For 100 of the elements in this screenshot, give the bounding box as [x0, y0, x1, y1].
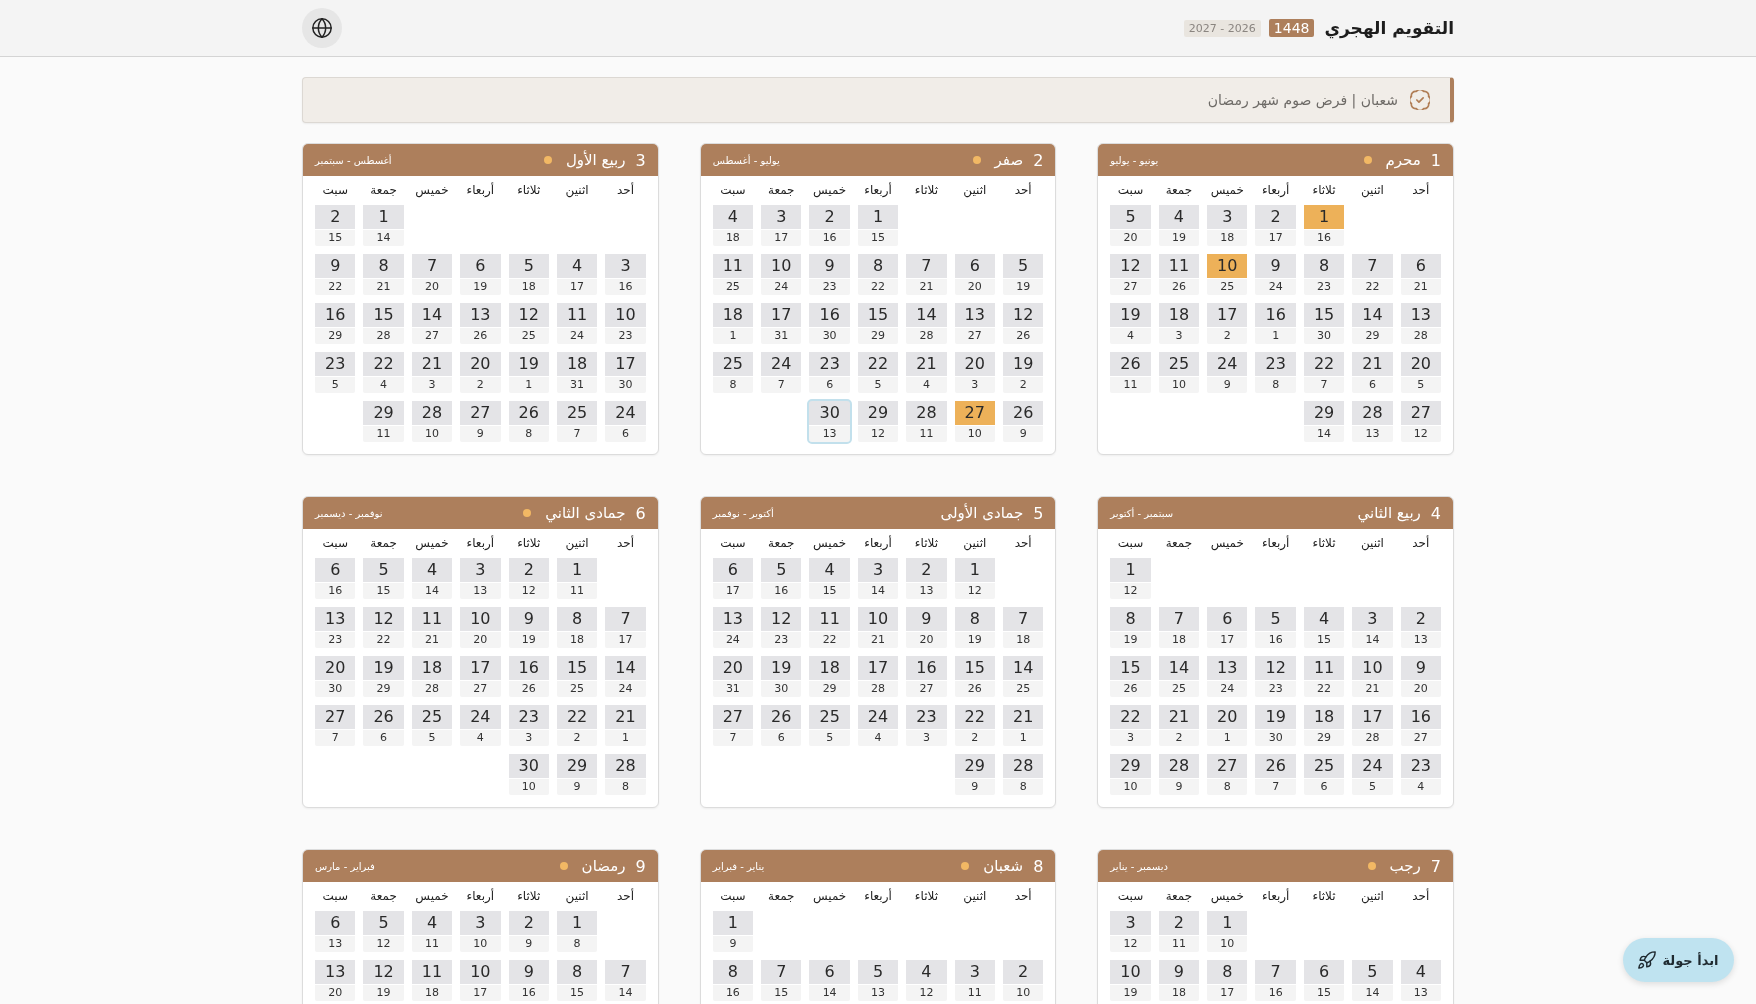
- day-cell[interactable]: 16 29: [315, 303, 356, 344]
- day-cell[interactable]: 14 25: [1002, 656, 1044, 697]
- day-cell[interactable]: 8 19: [1110, 607, 1151, 648]
- day-cell[interactable]: 8 21: [363, 254, 404, 295]
- day-cell[interactable]: 9 23: [809, 254, 850, 295]
- day-cell[interactable]: 3 18: [1207, 205, 1248, 246]
- day-cell[interactable]: 4 14: [411, 558, 453, 599]
- day-cell[interactable]: 21 1: [605, 705, 646, 746]
- day-cell[interactable]: 4 11: [411, 911, 453, 952]
- day-cell[interactable]: 6 14: [809, 960, 850, 1001]
- day-cell[interactable]: 3 10: [460, 911, 501, 952]
- day-cell[interactable]: 28 11: [906, 401, 947, 442]
- day-cell[interactable]: 26 6: [363, 705, 404, 746]
- day-cell[interactable]: 18 28: [411, 656, 453, 697]
- day-cell[interactable]: 6 17: [1207, 607, 1248, 648]
- day-cell[interactable]: 17 31: [761, 303, 802, 344]
- day-cell[interactable]: 9 20: [1400, 656, 1441, 697]
- day-cell[interactable]: 3 14: [857, 558, 899, 599]
- day-cell[interactable]: 8 22: [857, 254, 899, 295]
- day-cell[interactable]: 25 6: [1303, 754, 1345, 795]
- day-cell[interactable]: 6 21: [1400, 254, 1441, 295]
- day-cell[interactable]: 19 4: [1110, 303, 1151, 344]
- day-cell[interactable]: 26 11: [1110, 352, 1151, 393]
- day-cell[interactable]: 13 24: [1207, 656, 1248, 697]
- day-cell[interactable]: 5 12: [363, 911, 404, 952]
- day-cell[interactable]: 23 4: [1400, 754, 1441, 795]
- day-cell[interactable]: 23 5: [315, 352, 356, 393]
- day-cell[interactable]: 10 25: [1207, 254, 1248, 295]
- day-cell[interactable]: 15 26: [954, 656, 995, 697]
- day-cell[interactable]: 11 22: [809, 607, 850, 648]
- day-cell[interactable]: 11 22: [1303, 656, 1345, 697]
- day-cell[interactable]: 12 19: [363, 960, 404, 1001]
- day-cell[interactable]: 12 25: [508, 303, 549, 344]
- day-cell[interactable]: 13 24: [712, 607, 754, 648]
- day-cell[interactable]: 17 30: [605, 352, 646, 393]
- day-cell[interactable]: 10 20: [460, 607, 501, 648]
- language-button[interactable]: [302, 8, 342, 48]
- day-cell[interactable]: 5 20: [1110, 205, 1151, 246]
- day-cell[interactable]: 10 24: [761, 254, 802, 295]
- day-cell[interactable]: 17 2: [1207, 303, 1248, 344]
- day-cell[interactable]: 19 29: [363, 656, 404, 697]
- day-cell[interactable]: 19 30: [1255, 705, 1296, 746]
- day-cell[interactable]: 9 16: [508, 960, 549, 1001]
- day-cell[interactable]: 24 4: [460, 705, 501, 746]
- day-cell[interactable]: 12 22: [363, 607, 404, 648]
- day-cell[interactable]: 7 22: [1352, 254, 1393, 295]
- day-cell[interactable]: 8 17: [1207, 960, 1248, 1001]
- day-cell[interactable]: 28 8: [1002, 754, 1044, 795]
- day-cell[interactable]: 8 23: [1303, 254, 1345, 295]
- day-cell[interactable]: 7 18: [1002, 607, 1044, 648]
- day-cell[interactable]: 27 12: [1400, 401, 1441, 442]
- day-cell[interactable]: 29 9: [556, 754, 598, 795]
- day-cell[interactable]: 18 3: [1158, 303, 1200, 344]
- day-cell[interactable]: 7 18: [1158, 607, 1200, 648]
- day-cell[interactable]: 25 8: [712, 352, 754, 393]
- day-cell[interactable]: 24 4: [857, 705, 899, 746]
- day-cell[interactable]: 29 9: [954, 754, 995, 795]
- day-cell[interactable]: 10 23: [605, 303, 646, 344]
- day-cell[interactable]: 17 28: [857, 656, 899, 697]
- day-cell[interactable]: 11 25: [712, 254, 754, 295]
- day-cell[interactable]: 10 17: [460, 960, 501, 1001]
- day-cell[interactable]: 11 24: [556, 303, 598, 344]
- day-cell[interactable]: 15 30: [1303, 303, 1345, 344]
- day-cell[interactable]: 27 8: [1207, 754, 1248, 795]
- day-cell[interactable]: 27 7: [315, 705, 356, 746]
- day-cell[interactable]: 2 11: [1158, 911, 1200, 952]
- day-cell[interactable]: 20 1: [1207, 705, 1248, 746]
- day-cell[interactable]: 25 5: [411, 705, 453, 746]
- day-cell[interactable]: 28 10: [411, 401, 453, 442]
- day-cell[interactable]: 9 20: [906, 607, 947, 648]
- day-cell[interactable]: 1 16: [1303, 205, 1345, 246]
- day-cell[interactable]: 10 21: [1352, 656, 1393, 697]
- day-cell[interactable]: 14 24: [605, 656, 646, 697]
- day-cell[interactable]: 13 27: [954, 303, 995, 344]
- day-cell[interactable]: 4 17: [556, 254, 598, 295]
- day-cell[interactable]: 2 16: [809, 205, 850, 246]
- day-cell[interactable]: 20 2: [460, 352, 501, 393]
- day-cell[interactable]: 19 30: [761, 656, 802, 697]
- day-cell[interactable]: 16 27: [906, 656, 947, 697]
- day-cell[interactable]: 5 16: [761, 558, 802, 599]
- day-cell[interactable]: 16 27: [1400, 705, 1441, 746]
- day-cell[interactable]: 29 12: [857, 401, 899, 442]
- day-cell[interactable]: 5 19: [1002, 254, 1044, 295]
- day-cell[interactable]: 15 28: [363, 303, 404, 344]
- day-cell[interactable]: 26 9: [1002, 401, 1044, 442]
- day-cell[interactable]: 2 13: [906, 558, 947, 599]
- day-cell[interactable]: 20 31: [712, 656, 754, 697]
- day-cell[interactable]: 24 5: [1352, 754, 1393, 795]
- day-cell[interactable]: 2 17: [1255, 205, 1296, 246]
- day-cell[interactable]: 10 19: [1110, 960, 1151, 1001]
- day-cell[interactable]: 4 12: [906, 960, 947, 1001]
- day-cell[interactable]: 5 18: [508, 254, 549, 295]
- day-cell[interactable]: 15 25: [556, 656, 598, 697]
- day-cell[interactable]: 8 19: [954, 607, 995, 648]
- day-cell[interactable]: 18 31: [556, 352, 598, 393]
- day-cell[interactable]: 30 10: [508, 754, 549, 795]
- day-cell[interactable]: 11 26: [1158, 254, 1200, 295]
- day-cell[interactable]: 8 16: [712, 960, 754, 1001]
- day-cell[interactable]: 17 28: [1352, 705, 1393, 746]
- day-cell[interactable]: 1 8: [556, 911, 598, 952]
